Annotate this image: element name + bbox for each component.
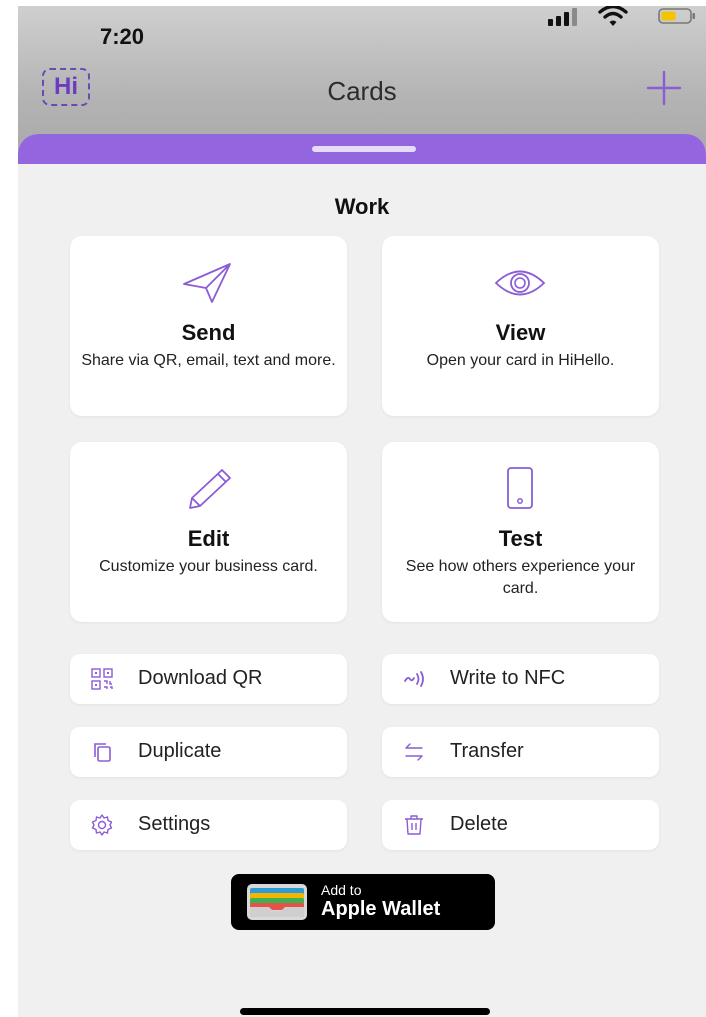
view-description: Open your card in HiHello.	[426, 352, 615, 369]
pencil-icon	[189, 469, 231, 509]
write-to-nfc-label: Write to NFC	[450, 667, 566, 689]
test-title: Test	[498, 526, 543, 551]
battery-icon	[658, 8, 695, 24]
plus-icon[interactable]	[644, 68, 684, 108]
wallet-line-2: Apple Wallet	[321, 898, 441, 920]
nfc-icon	[404, 671, 424, 687]
phone-icon	[507, 467, 533, 509]
add-to-apple-wallet-button[interactable]: Add to Apple Wallet	[231, 874, 495, 930]
duplicate-label: Duplicate	[138, 740, 222, 762]
test-description: See how others experience your card.	[405, 558, 636, 597]
edit-description: Customize your business card.	[99, 558, 318, 575]
edit-title: Edit	[187, 526, 230, 551]
status-time: 7:20	[100, 24, 145, 49]
transfer-button[interactable]: Transfer	[382, 727, 659, 777]
wallet-icon	[247, 884, 307, 920]
test-tile[interactable]: Test See how others experience your card…	[382, 442, 659, 622]
transfer-icon	[405, 743, 423, 761]
card-actions-sheet: Work Send Share via QR, email, text and …	[18, 134, 706, 1017]
section-title: Work	[334, 194, 390, 219]
download-qr-button[interactable]: Download QR	[70, 654, 347, 704]
send-tile[interactable]: Send Share via QR, email, text and more.	[70, 236, 347, 416]
send-description: Share via QR, email, text and more.	[81, 352, 336, 369]
eye-icon	[494, 270, 546, 296]
trash-icon	[405, 815, 423, 835]
qr-code-icon	[91, 668, 113, 690]
view-tile[interactable]: View Open your card in HiHello.	[382, 236, 659, 416]
settings-button[interactable]: Settings	[70, 800, 347, 850]
delete-button[interactable]: Delete	[382, 800, 659, 850]
download-qr-label: Download QR	[138, 667, 263, 689]
duplicate-icon	[94, 743, 111, 762]
gear-icon	[91, 814, 113, 836]
sheet-header	[18, 134, 706, 164]
send-title: Send	[181, 320, 236, 345]
transfer-label: Transfer	[450, 740, 524, 762]
edit-tile[interactable]: Edit Customize your business card.	[70, 442, 347, 622]
settings-label: Settings	[138, 813, 211, 835]
duplicate-button[interactable]: Duplicate	[70, 727, 347, 777]
paper-plane-icon	[183, 263, 231, 303]
home-indicator[interactable]	[240, 1008, 490, 1015]
cellular-signal-icon	[548, 8, 577, 26]
phone-screen: 7:20 Hi Cards Work Send Share via QR, em…	[18, 6, 706, 1017]
wallet-line-1: Add to	[321, 882, 362, 898]
write-to-nfc-button[interactable]: Write to NFC	[382, 654, 659, 704]
wifi-icon	[598, 6, 628, 26]
view-title: View	[495, 320, 546, 345]
sheet-grabber[interactable]	[312, 146, 416, 152]
delete-label: Delete	[450, 813, 508, 835]
page-title: Cards	[327, 76, 397, 106]
